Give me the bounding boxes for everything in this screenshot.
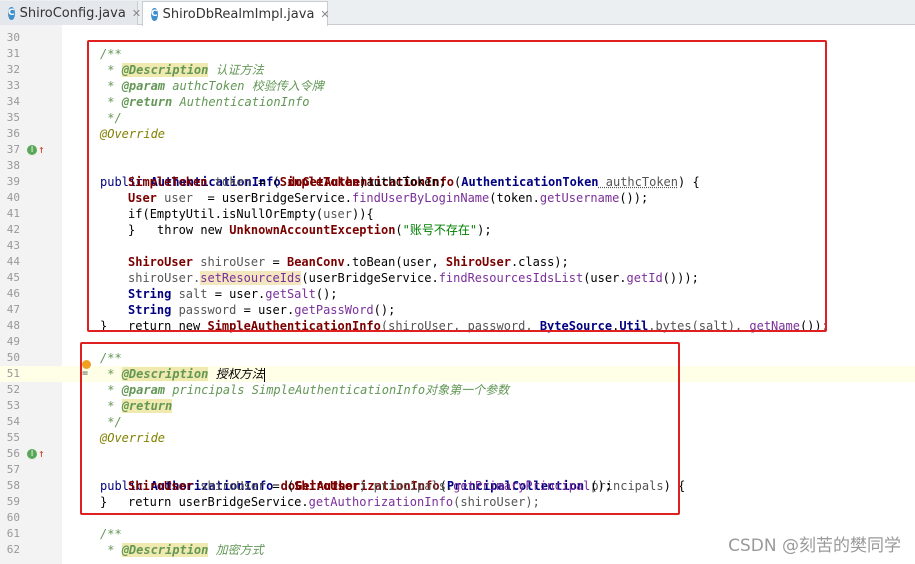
line-number: 53 bbox=[6, 399, 20, 412]
line-number: 34 bbox=[6, 95, 20, 108]
comment: * @Description 加密方式 bbox=[100, 543, 264, 557]
line-number: 40 bbox=[6, 191, 20, 204]
highlight-box-authorization bbox=[80, 342, 680, 515]
line-number: 55 bbox=[6, 431, 20, 444]
line-number: 59 bbox=[6, 495, 20, 508]
line-number: 44 bbox=[6, 255, 20, 268]
tab-label: ShiroConfig.java bbox=[19, 5, 126, 21]
line-number: 43 bbox=[6, 239, 20, 252]
line-number: 62 bbox=[6, 543, 20, 556]
line-number: 42 bbox=[6, 223, 20, 236]
line-number: 60 bbox=[6, 511, 20, 524]
code-editor[interactable]: 30 31/** 32 * @Description 认证方法 33 * @pa… bbox=[0, 25, 915, 564]
line-number: 41 bbox=[6, 207, 20, 220]
go-to-super-arrow-icon[interactable]: ↑ bbox=[38, 143, 45, 157]
line-number: 36 bbox=[6, 127, 20, 140]
tab-shiro-config[interactable]: C ShiroConfig.java ✕ bbox=[0, 1, 141, 25]
line-number: 56 bbox=[6, 447, 20, 460]
close-icon[interactable]: ✕ bbox=[132, 7, 141, 20]
line-number: 61 bbox=[6, 527, 20, 540]
close-icon[interactable]: ✕ bbox=[320, 8, 329, 21]
line-number: 45 bbox=[6, 271, 20, 284]
javadoc-tag: @Description bbox=[121, 543, 209, 557]
line-number: 58 bbox=[6, 479, 20, 492]
line-number: 51 bbox=[6, 367, 20, 380]
tab-shiro-db-realm-impl[interactable]: C ShiroDbRealmImpl.java ✕ bbox=[142, 1, 330, 26]
javadoc-text: 加密方式 bbox=[208, 543, 264, 557]
go-to-super-arrow-icon[interactable]: ↑ bbox=[38, 447, 45, 461]
line-number: 35 bbox=[6, 111, 20, 124]
line-number: 39 bbox=[6, 175, 20, 188]
line-number: 50 bbox=[6, 351, 20, 364]
java-class-icon: C bbox=[8, 6, 15, 20]
implements-method-icon[interactable]: I bbox=[27, 145, 37, 155]
line-number: 46 bbox=[6, 287, 20, 300]
implements-method-icon[interactable]: I bbox=[27, 449, 37, 459]
tab-label: ShiroDbRealmImpl.java bbox=[162, 6, 315, 22]
line-number: 48 bbox=[6, 319, 20, 332]
line-number: 52 bbox=[6, 383, 20, 396]
editor-tab-bar: C ShiroConfig.java ✕ C ShiroDbRealmImpl.… bbox=[0, 0, 915, 26]
line-number: 33 bbox=[6, 79, 20, 92]
line-number: 49 bbox=[6, 335, 20, 348]
comment: /** bbox=[100, 527, 122, 541]
line-number: 37 bbox=[6, 143, 20, 156]
watermark: CSDN @刻苦的樊同学 bbox=[728, 536, 901, 556]
line-number: 38 bbox=[6, 159, 20, 172]
line-number: 32 bbox=[6, 63, 20, 76]
line-number: 31 bbox=[6, 47, 20, 60]
line-number: 30 bbox=[6, 31, 20, 44]
java-class-icon: C bbox=[151, 7, 158, 21]
highlight-box-authentication bbox=[87, 40, 827, 332]
line-number: 54 bbox=[6, 415, 20, 428]
line-number: 47 bbox=[6, 303, 20, 316]
line-number: 57 bbox=[6, 463, 20, 476]
